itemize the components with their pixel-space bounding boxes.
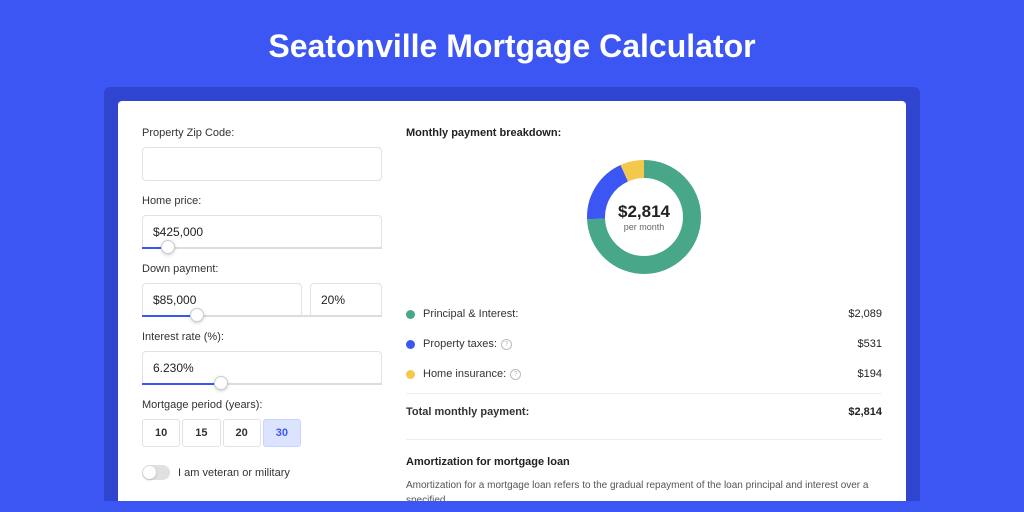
legend-label: Principal & Interest: [423, 308, 848, 320]
down-payment-slider[interactable] [142, 315, 382, 317]
donut-center: $2,814 per month [618, 202, 670, 232]
donut-chart: $2,814 per month [580, 153, 708, 281]
breakdown-column: Monthly payment breakdown: $2,814 per mo… [406, 127, 882, 501]
breakdown-title: Monthly payment breakdown: [406, 127, 882, 139]
total-label: Total monthly payment: [406, 406, 848, 418]
legend-label: Property taxes:? [423, 338, 858, 350]
down-payment-pct-input[interactable] [310, 283, 382, 317]
amortization-section: Amortization for mortgage loan Amortizat… [406, 439, 882, 501]
veteran-label: I am veteran or military [178, 467, 290, 479]
legend-dot [406, 310, 415, 319]
amortization-title: Amortization for mortgage loan [406, 456, 882, 468]
page-title: Seatonville Mortgage Calculator [0, 0, 1024, 87]
home-price-slider-thumb[interactable] [161, 240, 175, 254]
period-tab-10[interactable]: 10 [142, 419, 180, 447]
period-field-group: Mortgage period (years): 10152030 [142, 399, 382, 447]
legend-value: $531 [858, 338, 882, 350]
interest-label: Interest rate (%): [142, 331, 382, 343]
zip-input[interactable] [142, 147, 382, 181]
interest-slider[interactable] [142, 383, 382, 385]
legend-row: Property taxes:?$531 [406, 329, 882, 359]
donut-chart-wrap: $2,814 per month [406, 153, 882, 281]
donut-sub: per month [618, 222, 670, 232]
home-price-label: Home price: [142, 195, 382, 207]
card-shadow: Property Zip Code: Home price: Down paym… [104, 87, 920, 501]
form-column: Property Zip Code: Home price: Down paym… [142, 127, 382, 501]
amortization-text: Amortization for a mortgage loan refers … [406, 478, 882, 501]
legend-row-total: Total monthly payment: $2,814 [406, 393, 882, 427]
down-payment-slider-fill [142, 315, 190, 317]
total-value: $2,814 [848, 406, 882, 418]
interest-field-group: Interest rate (%): [142, 331, 382, 385]
info-icon[interactable]: ? [510, 369, 521, 380]
home-price-slider[interactable] [142, 247, 382, 249]
legend-label: Home insurance:? [423, 368, 858, 380]
home-price-input[interactable] [142, 215, 382, 249]
down-payment-input[interactable] [142, 283, 302, 317]
legend-row: Home insurance:?$194 [406, 359, 882, 389]
legend-dot [406, 340, 415, 349]
down-payment-field-group: Down payment: [142, 263, 382, 317]
legend-value: $194 [858, 368, 882, 380]
interest-slider-thumb[interactable] [214, 376, 228, 390]
legend-value: $2,089 [848, 308, 882, 320]
donut-amount: $2,814 [618, 202, 670, 222]
home-price-field-group: Home price: [142, 195, 382, 249]
legend-row: Principal & Interest:$2,089 [406, 299, 882, 329]
veteran-toggle-row: I am veteran or military [142, 465, 382, 480]
period-tabs: 10152030 [142, 419, 382, 447]
veteran-toggle[interactable] [142, 465, 170, 480]
down-payment-label: Down payment: [142, 263, 382, 275]
calculator-card: Property Zip Code: Home price: Down paym… [118, 101, 906, 501]
period-tab-15[interactable]: 15 [182, 419, 220, 447]
interest-slider-fill [142, 383, 214, 385]
interest-input[interactable] [142, 351, 382, 385]
info-icon[interactable]: ? [501, 339, 512, 350]
home-price-slider-fill [142, 247, 161, 249]
legend-dot [406, 370, 415, 379]
down-payment-slider-thumb[interactable] [190, 308, 204, 322]
period-label: Mortgage period (years): [142, 399, 382, 411]
zip-field-group: Property Zip Code: [142, 127, 382, 181]
period-tab-20[interactable]: 20 [223, 419, 261, 447]
zip-label: Property Zip Code: [142, 127, 382, 139]
period-tab-30[interactable]: 30 [263, 419, 301, 447]
